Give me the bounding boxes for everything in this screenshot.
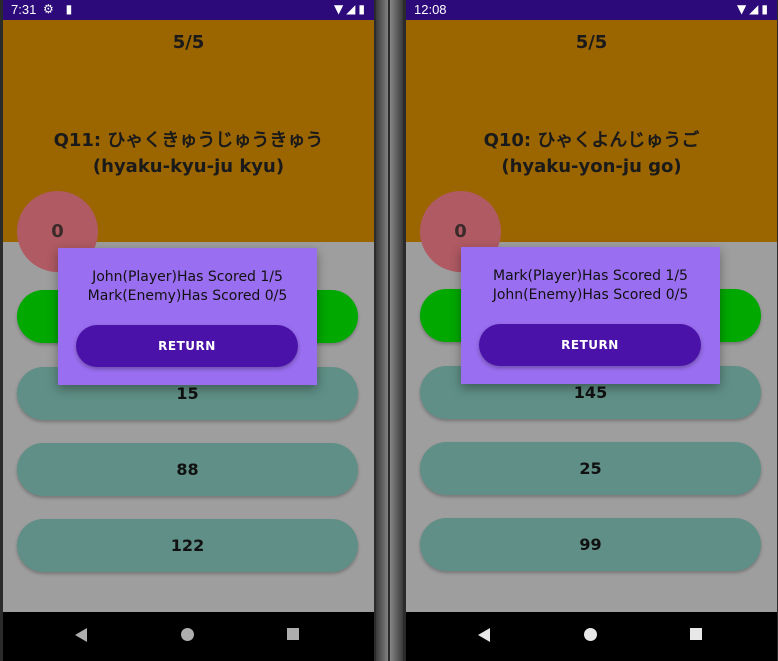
nav-bar [406, 612, 777, 661]
game-screen: 5/5 Q10: ひゃくよんじゅうご (hyaku-yon-ju go) 0 1… [406, 20, 777, 612]
question-kana: Q10: ひゃくよんじゅうご [483, 130, 700, 151]
status-bar: 12:08 ▼◢▮ [406, 0, 777, 20]
answer-button-3[interactable]: 25 [420, 442, 761, 495]
status-time: 7:31 [11, 2, 37, 17]
battery-icon: ▼◢▮ [333, 2, 368, 16]
result-dialog: John(Player)Has Scored 1/5 Mark(Enemy)Ha… [58, 248, 317, 385]
progress-counter: 5/5 [172, 32, 205, 53]
question-text: Q11: ひゃくきゅうじゅうきゅう (hyaku-kyu-ju kyu) [3, 128, 374, 180]
question-kana: Q11: ひゃくきゅうじゅうきゅう [53, 130, 324, 151]
wifi-icon: ▼◢▮ [736, 2, 771, 16]
player-score-text: Mark(Player)Has Scored 1/5 [493, 268, 688, 284]
status-bar: 7:31 ⚙ ▮ ▼◢▮ [3, 0, 374, 20]
return-button[interactable]: RETURN [76, 325, 298, 367]
question-text: Q10: ひゃくよんじゅうご (hyaku-yon-ju go) [406, 128, 777, 180]
question-romaji: (hyaku-kyu-ju kyu) [92, 156, 285, 177]
phone-left: 7:31 ⚙ ▮ ▼◢▮ 5/5 Q11: ひゃくきゅうじゅうきゅう (hyak… [3, 0, 374, 661]
nav-bar [3, 612, 374, 661]
answer-button-4[interactable]: 99 [420, 518, 761, 571]
player-score-text: John(Player)Has Scored 1/5 [92, 269, 283, 285]
status-time: 12:08 [414, 2, 447, 17]
game-screen: 5/5 Q11: ひゃくきゅうじゅうきゅう (hyaku-kyu-ju kyu)… [3, 20, 374, 612]
enemy-score-text: Mark(Enemy)Has Scored 0/5 [87, 288, 288, 304]
return-button[interactable]: RETURN [479, 324, 701, 366]
recents-icon[interactable] [690, 628, 702, 640]
home-icon[interactable] [584, 628, 597, 641]
result-dialog: Mark(Player)Has Scored 1/5 John(Enemy)Ha… [461, 247, 720, 384]
answer-button-3[interactable]: 88 [17, 443, 358, 496]
question-romaji: (hyaku-yon-ju go) [501, 156, 682, 177]
enemy-score-text: John(Enemy)Has Scored 0/5 [492, 287, 689, 303]
back-icon[interactable] [478, 628, 490, 642]
divider-line [388, 0, 390, 661]
settings-icon: ⚙ ▮ [43, 2, 77, 16]
progress-counter: 5/5 [575, 32, 608, 53]
home-icon[interactable] [181, 628, 194, 641]
answer-button-4[interactable]: 122 [17, 519, 358, 572]
back-icon[interactable] [75, 628, 87, 642]
phone-right: 12:08 ▼◢▮ 5/5 Q10: ひゃくよんじゅうご (hyaku-yon-… [406, 0, 777, 661]
recents-icon[interactable] [287, 628, 299, 640]
